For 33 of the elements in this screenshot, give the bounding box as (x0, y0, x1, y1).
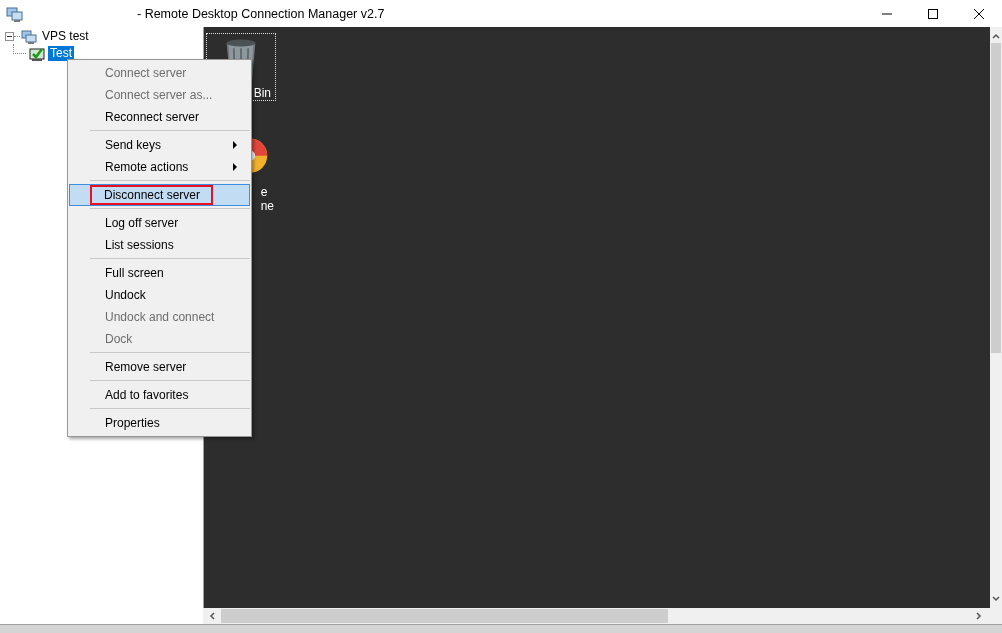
scroll-up-icon[interactable] (992, 33, 1000, 39)
close-icon (973, 7, 985, 20)
menu-item[interactable]: Full screen (69, 262, 250, 284)
icon-label: e ne (260, 185, 275, 213)
tree-item[interactable]: Test (48, 46, 74, 61)
tree-item[interactable]: VPS test (40, 29, 91, 44)
vertical-scrollbar[interactable] (990, 27, 1002, 608)
app-icon (6, 4, 24, 23)
scroll-left-icon[interactable] (209, 612, 215, 620)
collapse-icon[interactable] (5, 32, 14, 41)
menu-item[interactable]: Disconnect server (69, 184, 250, 206)
scroll-thumb[interactable] (221, 609, 668, 623)
annotation-box: Disconnect server (90, 185, 214, 205)
menu-item[interactable]: Log off server (69, 212, 250, 234)
connected-server-icon (29, 45, 45, 62)
menu-item[interactable]: Undock (69, 284, 250, 306)
menu-item[interactable]: List sessions (69, 234, 250, 256)
menu-item[interactable]: Properties (69, 412, 250, 434)
menu-item[interactable]: Add to favorites (69, 384, 250, 406)
window-title: - Remote Desktop Connection Manager v2.7 (137, 6, 385, 21)
submenu-arrow-icon (233, 163, 237, 171)
horizontal-scrollbar[interactable] (203, 608, 1002, 624)
scroll-thumb[interactable] (991, 43, 1001, 353)
menu-item[interactable]: Remove server (69, 356, 250, 378)
maximize-icon (927, 7, 939, 20)
menu-item[interactable]: Reconnect server (69, 106, 250, 128)
menu-item[interactable]: Send keys (69, 134, 250, 156)
scroll-right-icon[interactable] (976, 612, 982, 620)
menu-item[interactable]: Remote actions (69, 156, 250, 178)
icon-label: Bin (253, 86, 272, 100)
scroll-down-icon[interactable] (992, 596, 1000, 602)
server-group-icon (21, 28, 37, 45)
submenu-arrow-icon (233, 141, 237, 149)
